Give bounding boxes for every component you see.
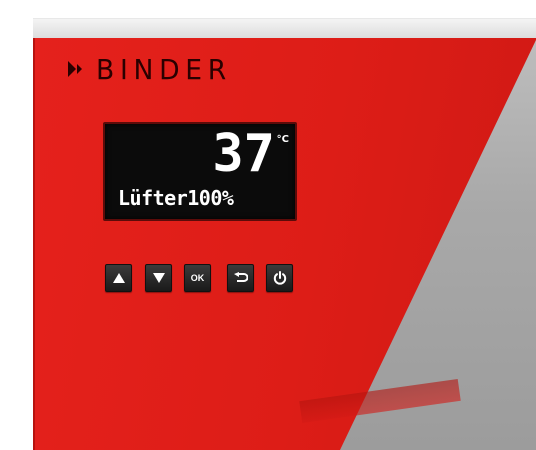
back-button[interactable] xyxy=(227,264,254,292)
triangle-up-icon xyxy=(112,273,125,283)
up-button[interactable] xyxy=(105,264,132,292)
temperature-readout: 37 xyxy=(212,124,275,184)
fan-status: Lüfter100% xyxy=(118,186,234,210)
lcd-display: 37 °C Lüfter100% xyxy=(103,122,297,221)
power-button[interactable] xyxy=(266,264,293,292)
ok-button[interactable]: OK xyxy=(184,264,211,292)
triangle-down-icon xyxy=(152,273,165,283)
binder-logo-icon xyxy=(68,61,82,77)
brand-name: BINDER xyxy=(96,52,232,86)
return-arrow-icon xyxy=(233,272,248,282)
down-button[interactable] xyxy=(145,264,172,292)
brand-logo: BINDER xyxy=(68,52,239,86)
temperature-unit: °C xyxy=(276,134,289,145)
power-icon xyxy=(273,271,286,285)
ok-label: OK xyxy=(190,273,205,283)
